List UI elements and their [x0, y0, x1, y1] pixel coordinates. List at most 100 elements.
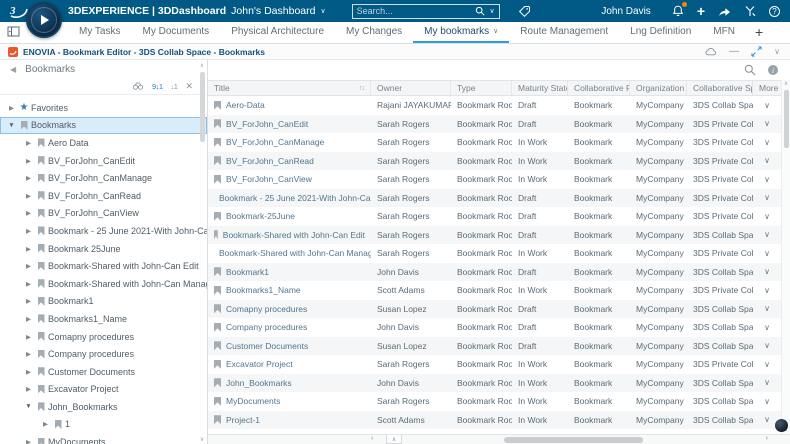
tree-item-bookmark-25-june-2021-with-john-can-view[interactable]: ▶ Bookmark - 25 June 2021-With John-Can V…: [0, 222, 207, 240]
expand-arrow-icon[interactable]: ▶: [23, 157, 34, 165]
scroll-left-icon[interactable]: ‹: [371, 435, 373, 442]
tree-scrollbar[interactable]: ∧ ∨: [198, 60, 206, 444]
tree-item-bv-forjohn-canedit[interactable]: ▶ BV_ForJohn_CanEdit: [0, 152, 207, 170]
tag-icon[interactable]: [518, 5, 531, 18]
drawer-handle-icon[interactable]: ∧: [386, 435, 402, 444]
expand-arrow-icon[interactable]: ▶: [23, 139, 34, 147]
info-icon[interactable]: i: [768, 65, 778, 75]
row-more-chevron-icon[interactable]: ∨: [753, 212, 781, 221]
expand-arrow-icon[interactable]: ▶: [40, 420, 51, 428]
search-scope-chevron-icon[interactable]: ∨: [489, 8, 494, 15]
expand-arrow-icon[interactable]: ▶: [23, 333, 34, 341]
expand-arrow-icon[interactable]: ▶: [23, 438, 34, 444]
row-more-chevron-icon[interactable]: ∨: [753, 378, 781, 387]
column-header-more[interactable]: More: [753, 81, 781, 95]
scroll-up-icon[interactable]: ∧: [200, 62, 204, 69]
tab-chevron-icon[interactable]: ∨: [493, 28, 498, 35]
back-arrow-icon[interactable]: ◀: [10, 65, 16, 74]
scrollbar-thumb[interactable]: [504, 437, 643, 443]
help-icon[interactable]: ?: [769, 5, 780, 17]
table-row[interactable]: BV_ForJohn_CanManage Sarah Rogers Bookmark…: [208, 133, 781, 152]
row-more-chevron-icon[interactable]: ∨: [753, 249, 781, 258]
table-search-icon[interactable]: [744, 64, 756, 76]
table-row[interactable]: Customer Documents Susan Lopez Bookmark Ro…: [208, 336, 781, 355]
table-row[interactable]: Excavator Project Sarah Rogers Bookmark Ro…: [208, 355, 781, 374]
row-more-chevron-icon[interactable]: ∨: [753, 138, 781, 147]
collapse-arrow-icon[interactable]: ▼: [6, 122, 17, 129]
expand-arrow-icon[interactable]: ▶: [23, 245, 34, 253]
column-header-owner[interactable]: Owner: [371, 81, 451, 95]
expand-arrow-icon[interactable]: ▶: [6, 104, 17, 112]
tab-route-management[interactable]: Route Management: [509, 22, 619, 43]
scroll-up-icon[interactable]: ∧: [784, 80, 788, 87]
table-row[interactable]: John_Bookmarks John Davis Bookmark Root In …: [208, 373, 781, 392]
scroll-right-icon[interactable]: ›: [766, 435, 768, 442]
row-more-chevron-icon[interactable]: ∨: [753, 101, 781, 110]
dashboard-name[interactable]: John's Dashboard: [231, 5, 315, 17]
table-row[interactable]: BV_ForJohn_CanEdit Sarah Rogers Bookmark R…: [208, 114, 781, 133]
swym-icon[interactable]: [744, 5, 756, 17]
clear-sort-icon[interactable]: ✕: [185, 81, 193, 92]
resize-icon[interactable]: [751, 46, 762, 57]
table-scrollbar[interactable]: ∧ ∨: [781, 80, 790, 434]
row-more-chevron-icon[interactable]: ∨: [753, 286, 781, 295]
tree-item-mydocuments[interactable]: ▶ MyDocuments: [0, 433, 207, 444]
tree-item-customer-documents[interactable]: ▶ Customer Documents: [0, 363, 207, 381]
expand-arrow-icon[interactable]: ▶: [23, 192, 34, 200]
horizontal-scrollbar[interactable]: ‹ ∧ ›: [208, 434, 790, 444]
row-more-chevron-icon[interactable]: ∨: [753, 267, 781, 276]
tree-item-bv-forjohn-canview[interactable]: ▶ BV_ForJohn_CanView: [0, 205, 207, 223]
tree-item-bookmark-25june[interactable]: ▶ Bookmark 25June: [0, 240, 207, 258]
row-more-chevron-icon[interactable]: ∨: [753, 175, 781, 184]
collapse-arrow-icon[interactable]: ▼: [23, 403, 34, 410]
table-row[interactable]: MyDocuments Sarah Rogers Bookmark Root In W…: [208, 392, 781, 411]
row-more-chevron-icon[interactable]: ∨: [753, 341, 781, 350]
expand-arrow-icon[interactable]: ▶: [23, 280, 34, 288]
table-row[interactable]: Bookmark - 25 June 2021-With John-Can Vi…: [208, 188, 781, 207]
tab-lng-definition[interactable]: Lng Definition: [619, 22, 702, 43]
table-row[interactable]: Comapny procedures Susan Lopez Bookmark Ro…: [208, 299, 781, 318]
row-more-chevron-icon[interactable]: ∨: [753, 193, 781, 202]
find-icon[interactable]: [132, 81, 144, 91]
row-more-chevron-icon[interactable]: ∨: [753, 119, 781, 128]
tab-my-changes[interactable]: My Changes: [335, 22, 413, 43]
expand-arrow-icon[interactable]: ▶: [23, 262, 34, 270]
expand-arrow-icon[interactable]: ▶: [23, 315, 34, 323]
expand-arrow-icon[interactable]: ▶: [23, 368, 34, 376]
share-icon[interactable]: [718, 5, 731, 17]
table-row[interactable]: Company procedures John Davis Bookmark Roo…: [208, 318, 781, 337]
tab-mfn[interactable]: MFN: [702, 22, 746, 43]
row-more-chevron-icon[interactable]: ∨: [753, 230, 781, 239]
expand-arrow-icon[interactable]: ▶: [23, 350, 34, 358]
search-icon[interactable]: [475, 6, 485, 16]
column-header-collaborative-policy[interactable]: Collaborative Policy: [568, 81, 630, 95]
sort-ascending-icon[interactable]: 9↓1: [152, 82, 163, 91]
row-more-chevron-icon[interactable]: ∨: [753, 304, 781, 313]
tree-item-bookmark1[interactable]: ▶ Bookmark1: [0, 293, 207, 311]
tree-item-bookmarks1-name[interactable]: ▶ Bookmarks1_Name: [0, 310, 207, 328]
expand-arrow-icon[interactable]: ▶: [23, 297, 34, 305]
column-header-title[interactable]: Title ↑↓: [208, 81, 371, 95]
collapse-app-chevron-icon[interactable]: ∨: [774, 47, 780, 56]
tab-physical-architecture[interactable]: Physical Architecture: [220, 22, 335, 43]
add-tab-button[interactable]: +: [746, 22, 772, 43]
row-more-chevron-icon[interactable]: ∨: [753, 156, 781, 165]
tree-item-john-bookmarks[interactable]: ▼ John_Bookmarks: [0, 398, 207, 416]
user-name[interactable]: John Davis: [601, 6, 650, 17]
table-row[interactable]: BV_ForJohn_CanView Sarah Rogers Bookmark R…: [208, 170, 781, 189]
column-header-organization[interactable]: Organization: [630, 81, 687, 95]
expand-arrow-icon[interactable]: ▶: [23, 227, 34, 235]
scroll-down-icon[interactable]: ∨: [200, 436, 204, 443]
table-row[interactable]: Bookmark-25June Sarah Rogers Bookmark Root…: [208, 207, 781, 226]
add-content-icon[interactable]: +: [697, 4, 705, 18]
column-header-maturity-state[interactable]: Maturity State: [512, 81, 568, 95]
table-row[interactable]: Bookmarks1_Name Scott Adams Bookmark Root I…: [208, 281, 781, 300]
table-row[interactable]: Aero-Data Rajani JAYAKUMAR Bookmark Root Dr…: [208, 96, 781, 115]
column-header-type[interactable]: Type: [451, 81, 512, 95]
tree-item-1[interactable]: ▶ 1: [0, 416, 207, 434]
column-header-collaborative-space[interactable]: Collaborative Space: [687, 81, 753, 95]
assistant-icon[interactable]: [775, 419, 788, 432]
table-row[interactable]: BV_ForJohn_CanRead Sarah Rogers Bookmark R…: [208, 151, 781, 170]
table-row[interactable]: Bookmark-Shared with John-Can Manage Sara…: [208, 244, 781, 263]
minimize-icon[interactable]: —: [729, 46, 739, 57]
